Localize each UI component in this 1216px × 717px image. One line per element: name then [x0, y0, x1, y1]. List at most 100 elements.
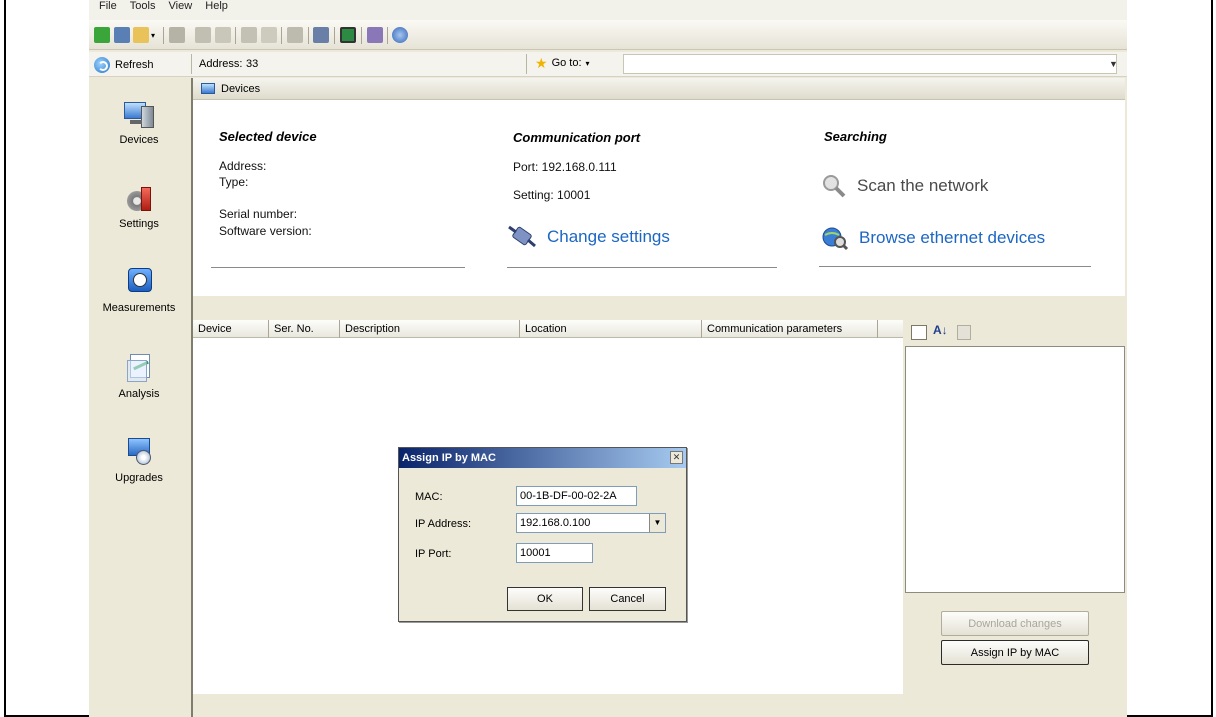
analysis-icon: [122, 352, 156, 384]
properties-toolbar: A↓: [905, 320, 1127, 346]
ip-address-combo[interactable]: 192.168.0.100 ▼: [516, 513, 666, 533]
categorized-icon[interactable]: [911, 325, 927, 340]
toolbar-separator: [281, 27, 282, 44]
sidebar-item-devices[interactable]: Devices: [89, 98, 189, 146]
panel-header-title: Devices: [221, 82, 261, 95]
address-label: Address:: [199, 58, 243, 70]
scan-network-label: Scan the network: [857, 176, 989, 195]
toolbar-separator: [387, 27, 388, 44]
magnifier-icon: [823, 175, 846, 198]
properties-grid[interactable]: [905, 346, 1125, 593]
open-dropdown-icon[interactable]: ▾: [151, 31, 155, 40]
devices-icon: [201, 83, 215, 94]
ip-port-label: IP Port:: [415, 548, 452, 560]
ip-address-value: 192.168.0.100: [520, 517, 591, 529]
star-icon: ★: [535, 55, 548, 71]
menu-tools[interactable]: Tools: [130, 0, 156, 12]
display-icon[interactable]: [340, 27, 356, 43]
alphabetical-sort-icon[interactable]: A↓: [933, 323, 948, 337]
connect-icon[interactable]: [313, 27, 329, 43]
sidebar-item-settings[interactable]: Settings: [89, 182, 189, 230]
communication-port-title: Communication port: [513, 130, 641, 145]
connector-icon: [508, 225, 536, 248]
address-value[interactable]: 33: [246, 58, 258, 70]
menu-help[interactable]: Help: [205, 0, 228, 12]
menu-view[interactable]: View: [169, 0, 193, 12]
dialog-title-bar: Assign IP by MAC: [399, 448, 686, 468]
column-device[interactable]: Device: [193, 320, 269, 338]
goto-dropdown-icon: ▾: [585, 58, 590, 68]
sidebar-item-label: Analysis: [118, 388, 160, 400]
toolbar-separator: [361, 27, 362, 44]
find-icon[interactable]: [261, 27, 277, 43]
print-preview-icon[interactable]: [241, 27, 257, 43]
browse-ethernet-label: Browse ethernet devices: [859, 228, 1046, 247]
cancel-button[interactable]: Cancel: [589, 587, 666, 611]
paste-icon[interactable]: [169, 27, 185, 43]
property-pages-icon[interactable]: [957, 325, 971, 340]
sidebar-item-label: Devices: [119, 134, 159, 146]
close-icon[interactable]: ✕: [670, 451, 683, 464]
download-changes-button[interactable]: Download changes: [941, 611, 1089, 636]
ip-port-field[interactable]: 10001: [516, 543, 593, 563]
goto-input[interactable]: [623, 54, 1117, 74]
type-label: Type:: [219, 175, 249, 189]
menu-bar: File Tools View Help: [89, 0, 1127, 20]
sidebar-item-measurements[interactable]: Measurements: [89, 266, 189, 314]
ip-address-label: IP Address:: [415, 518, 472, 530]
refresh-label: Refresh: [115, 58, 154, 71]
column-location[interactable]: Location: [520, 320, 702, 338]
save-icon[interactable]: [195, 27, 211, 43]
goto-label: Go to:: [551, 57, 582, 69]
upgrades-icon: [122, 436, 156, 468]
open-folder-icon[interactable]: [133, 27, 149, 43]
new-icon[interactable]: [94, 27, 110, 43]
toolbar-separator: [235, 27, 236, 44]
devices-icon: [122, 98, 156, 130]
change-settings-link[interactable]: Change settings: [507, 224, 670, 250]
dialog-title: Assign IP by MAC: [402, 452, 496, 464]
divider: [507, 267, 777, 268]
sidebar-item-upgrades[interactable]: Upgrades: [89, 436, 189, 484]
mac-field[interactable]: 00-1B-DF-00-02-2A: [516, 486, 637, 506]
mac-label: MAC:: [415, 491, 443, 503]
goto-button[interactable]: ★ Go to: ▾: [535, 56, 590, 70]
copy-icon[interactable]: [215, 27, 231, 43]
toolbar-separator: [334, 27, 335, 44]
settings-icon: [122, 182, 156, 214]
address-bar: Refresh Address: 33 ★ Go to: ▾ ▼: [89, 52, 1127, 77]
globe-icon[interactable]: [392, 27, 408, 43]
menu-file[interactable]: File: [99, 0, 117, 12]
setting-value: Setting: 10001: [513, 188, 591, 202]
tools-icon[interactable]: [367, 27, 383, 43]
column-communication-parameters[interactable]: Communication parameters: [702, 320, 878, 338]
device-table-header: Device Ser. No. Description Location Com…: [193, 320, 903, 338]
serial-number-label: Serial number:: [219, 207, 298, 221]
column-serial-number[interactable]: Ser. No.: [269, 320, 340, 338]
globe-search-icon: [822, 227, 849, 251]
browse-ethernet-link[interactable]: Browse ethernet devices: [821, 225, 1045, 251]
software-version-label: Software version:: [219, 224, 312, 238]
change-settings-label: Change settings: [547, 227, 670, 246]
assign-ip-by-mac-button[interactable]: Assign IP by MAC: [941, 640, 1089, 665]
column-description[interactable]: Description: [340, 320, 520, 338]
device-info-panel: Selected device Address: Type: Serial nu…: [193, 100, 1125, 296]
port-value: Port: 192.168.0.111: [513, 160, 617, 174]
sidebar-item-label: Measurements: [102, 302, 176, 314]
refresh-button[interactable]: Refresh: [94, 55, 154, 74]
sidebar-item-label: Settings: [119, 218, 159, 230]
goto-dropdown-arrow-icon[interactable]: ▼: [1107, 55, 1120, 73]
dropdown-arrow-icon[interactable]: ▼: [649, 514, 665, 532]
address-label: Address:: [219, 159, 267, 173]
scan-network-link[interactable]: Scan the network: [821, 173, 988, 199]
print-icon[interactable]: [114, 27, 130, 43]
toolbar-separator: [308, 27, 309, 44]
assign-ip-dialog: Assign IP by MAC ✕ MAC: 00-1B-DF-00-02-2…: [398, 447, 687, 622]
navigation-sidebar: Devices Settings Measurements Analysis U…: [89, 78, 189, 717]
refresh-icon: [94, 56, 110, 73]
sidebar-item-analysis[interactable]: Analysis: [89, 352, 189, 400]
measurements-icon: [122, 266, 156, 298]
chart-icon[interactable]: [287, 27, 303, 43]
divider: [211, 267, 465, 268]
ok-button[interactable]: OK: [507, 587, 583, 611]
